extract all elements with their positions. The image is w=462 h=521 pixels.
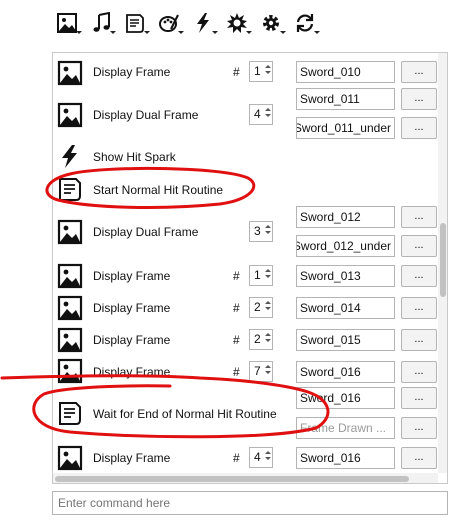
browse-button[interactable]: ... — [401, 265, 437, 287]
image-icon — [57, 263, 83, 289]
scroll-thumb[interactable] — [440, 223, 446, 297]
frame-count-spinbox[interactable]: 4 — [249, 447, 273, 468]
frame-count-spinbox[interactable]: 4 — [249, 104, 273, 125]
image-icon — [57, 219, 83, 245]
image-icon — [57, 102, 83, 128]
image-icon — [57, 60, 83, 86]
frame-name-field[interactable]: Sword_013 — [296, 265, 395, 287]
browse-button[interactable]: ... — [401, 387, 437, 409]
row-label: Show Hit Spark — [93, 150, 176, 164]
burst-icon — [227, 13, 247, 33]
row-label: Start Normal Hit Routine — [93, 183, 224, 197]
browse-button[interactable]: ... — [401, 417, 437, 439]
hash-label: # — [233, 269, 240, 283]
script-icon — [126, 14, 144, 33]
browse-button[interactable]: ... — [401, 235, 437, 257]
palette-icon — [159, 14, 179, 32]
browse-button[interactable]: ... — [401, 88, 437, 110]
frame-name-field[interactable]: Sword_011 — [296, 88, 395, 110]
hash-label: # — [233, 451, 240, 465]
refresh-icon — [296, 14, 314, 32]
effect-button[interactable] — [188, 8, 218, 38]
browse-button[interactable]: ... — [401, 361, 437, 383]
image-icon — [57, 295, 83, 321]
list-item[interactable]: Display Frame # 1 Sword_013 ... — [53, 262, 437, 290]
toolbar — [52, 0, 452, 46]
frame-name-field[interactable]: Sword_016 — [296, 361, 395, 383]
script-button[interactable] — [120, 8, 150, 38]
frame-name-field[interactable]: Sword_015 — [296, 329, 395, 351]
frame-count-spinbox[interactable]: 2 — [249, 297, 273, 318]
image-icon — [57, 445, 83, 471]
palette-button[interactable] — [154, 8, 184, 38]
frame-count-spinbox[interactable]: 3 — [249, 221, 273, 242]
row-label: Display Frame — [93, 365, 171, 379]
frame-count-spinbox[interactable]: 2 — [249, 329, 273, 350]
browse-button[interactable]: ... — [401, 61, 437, 83]
frame-name-field[interactable]: Sword_016 — [296, 447, 395, 469]
list-item[interactable]: Display Frame # 2 Sword_015 ... — [53, 326, 437, 354]
frame-name-field[interactable]: Sword_010 — [296, 61, 395, 83]
row-label: Display Frame — [93, 451, 171, 465]
refresh-button[interactable] — [290, 8, 320, 38]
settings-button[interactable] — [256, 8, 286, 38]
hash-label: # — [233, 365, 240, 379]
scroll-thumb[interactable] — [55, 476, 409, 482]
command-input[interactable] — [52, 491, 448, 515]
browse-button[interactable]: ... — [401, 447, 437, 469]
list-item[interactable]: Show Hit Spark — [53, 144, 437, 168]
list-item[interactable]: Display Frame # 4 Sword_016 ... — [53, 444, 437, 472]
image-icon — [57, 13, 77, 33]
row-label: Display Frame — [93, 65, 171, 79]
list-item[interactable]: Display Frame # 7 Sword_016 ... — [53, 358, 437, 384]
burst-button[interactable] — [222, 8, 252, 38]
row-label: Display Frame — [93, 269, 171, 283]
list-item[interactable]: Display Dual Frame 3 Sword_012 ... Sword… — [53, 205, 437, 261]
frame-name-field[interactable]: Sword_016 — [296, 387, 395, 409]
hash-label: # — [233, 301, 240, 315]
image-icon — [57, 358, 83, 384]
hash-label: # — [233, 333, 240, 347]
list-item[interactable]: Display Frame # 2 Sword_014 ... — [53, 294, 437, 322]
script-icon — [57, 176, 83, 202]
row-label: Display Frame — [93, 301, 171, 315]
script-icon — [57, 400, 83, 426]
animation-editor: Display Frame # 1 Sword_010 ... Display … — [0, 0, 462, 521]
list-item[interactable]: Wait for End of Normal Hit Routine Sword… — [53, 386, 437, 444]
hash-label: # — [233, 65, 240, 79]
sound-button[interactable] — [86, 8, 116, 38]
gear-icon — [263, 15, 279, 31]
browse-button[interactable]: ... — [401, 329, 437, 351]
image-icon — [57, 327, 83, 353]
row-label: Display Dual Frame — [93, 225, 199, 239]
browse-button[interactable]: ... — [401, 117, 437, 139]
list-item[interactable]: Display Frame # 1 Sword_010 ... — [53, 59, 437, 86]
browse-button[interactable]: ... — [401, 206, 437, 228]
list-item[interactable]: Start Normal Hit Routine — [53, 174, 437, 204]
list-item[interactable]: Display Dual Frame 4 Sword_011 ... Sword… — [53, 87, 437, 143]
row-label: Display Frame — [93, 333, 171, 347]
frame-count-spinbox[interactable]: 1 — [249, 265, 273, 286]
under-frame-field[interactable]: Sword_012_under — [296, 235, 395, 257]
horizontal-scrollbar[interactable] — [53, 473, 438, 483]
row-label: Display Dual Frame — [93, 108, 199, 122]
row-label: Wait for End of Normal Hit Routine — [93, 407, 277, 421]
frame-name-field[interactable]: Sword_014 — [296, 297, 395, 319]
lightning-icon — [197, 13, 209, 33]
command-list[interactable]: Display Frame # 1 Sword_010 ... Display … — [52, 52, 448, 484]
frame-count-spinbox[interactable]: 1 — [249, 61, 273, 82]
frame-count-spinbox[interactable]: 7 — [249, 361, 273, 382]
image-button[interactable] — [52, 8, 82, 38]
under-frame-field[interactable]: Sword_011_under — [296, 117, 395, 139]
music-note-icon — [93, 12, 110, 32]
frame-name-field[interactable]: Sword_012 — [296, 206, 395, 228]
frame-drawn-field[interactable]: Frame Drawn ... — [296, 417, 395, 439]
browse-button[interactable]: ... — [401, 297, 437, 319]
vertical-scrollbar[interactable] — [438, 53, 447, 473]
lightning-icon — [57, 144, 83, 170]
